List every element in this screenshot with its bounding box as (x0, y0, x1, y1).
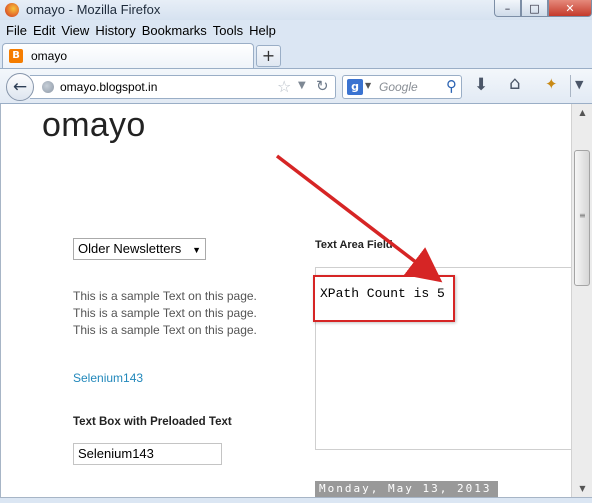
sample-text-line: This is a sample Text on this page. (73, 306, 257, 320)
selenium-link[interactable]: Selenium143 (73, 371, 143, 385)
menu-view[interactable]: View (59, 20, 93, 42)
blogger-icon: B (9, 49, 23, 63)
search-input[interactable]: Google (379, 80, 418, 94)
textbox-label: Text Box with Preloaded Text (73, 416, 232, 428)
xpath-count-text: XPath Count is 5 (320, 286, 445, 301)
search-bar[interactable]: g ▼ Google ⚲ (342, 75, 462, 99)
addon-icon[interactable]: ✦ (545, 75, 558, 93)
google-icon[interactable]: g (347, 79, 363, 95)
new-tab-button[interactable]: + (256, 45, 281, 67)
menu-history[interactable]: History (93, 20, 139, 42)
vertical-scrollbar[interactable]: ▲ ≡ ▼ (571, 104, 592, 497)
sample-text-line: This is a sample Text on this page. (73, 323, 257, 337)
chevron-down-icon[interactable]: ▼ (298, 80, 306, 91)
firefox-logo-icon (5, 3, 19, 17)
window-title: omayo - Mozilla Firefox (26, 2, 161, 17)
chevron-down-icon: ▼ (192, 245, 201, 255)
menu-edit[interactable]: Edit (31, 20, 59, 42)
status-strip (0, 497, 592, 503)
toolbar-menu-chevron-icon[interactable]: ▼ (570, 75, 583, 97)
grip-icon: ≡ (579, 211, 586, 220)
search-icon[interactable]: ⚲ (446, 77, 457, 95)
textarea-label: Text Area Field (315, 239, 393, 251)
star-icon[interactable]: ☆ (277, 77, 291, 96)
home-icon[interactable]: ⌂ (509, 73, 520, 94)
tab-strip: B omayo + (0, 42, 592, 69)
page-content: omayo Older Newsletters ▼ This is a samp… (0, 104, 571, 497)
back-arrow-icon: ← (12, 77, 28, 97)
reload-icon[interactable]: ↻ (316, 77, 329, 95)
close-button[interactable]: ✕ (548, 0, 592, 17)
download-icon[interactable]: ⬇ (474, 75, 488, 95)
xpath-count-highlight: XPath Count is 5 (313, 275, 455, 322)
menu-bar: File Edit View History Bookmarks Tools H… (0, 20, 592, 42)
menu-bookmarks[interactable]: Bookmarks (140, 20, 211, 42)
url-bar[interactable]: omayo.blogspot.in ☆ ▼ ↻ (30, 75, 336, 99)
firefox-window: omayo - Mozilla Firefox – □ ✕ File Edit … (0, 0, 592, 503)
menu-help[interactable]: Help (247, 20, 280, 42)
tab-omayo[interactable]: B omayo (2, 43, 254, 69)
menu-file[interactable]: File (4, 20, 31, 42)
minimize-button[interactable]: – (494, 0, 521, 17)
navigation-toolbar: omayo.blogspot.in ☆ ▼ ↻ ← g ▼ Google ⚲ ⬇… (0, 68, 592, 104)
window-controls: – □ ✕ (494, 0, 592, 18)
date-header: Monday, May 13, 2013 (315, 481, 498, 497)
preloaded-textbox[interactable]: Selenium143 (73, 443, 222, 465)
scroll-up-icon[interactable]: ▲ (572, 104, 592, 121)
globe-icon (42, 81, 54, 93)
url-text: omayo.blogspot.in (60, 80, 158, 94)
site-title[interactable]: omayo (42, 106, 146, 145)
scroll-down-icon[interactable]: ▼ (572, 480, 592, 497)
sample-text-line: This is a sample Text on this page. (73, 289, 257, 303)
scrollbar-thumb[interactable]: ≡ (574, 150, 590, 286)
back-button[interactable]: ← (6, 73, 34, 101)
tab-title: omayo (31, 49, 68, 63)
engine-chevron-icon[interactable]: ▼ (365, 81, 371, 90)
newsletter-select[interactable]: Older Newsletters ▼ (73, 238, 206, 260)
maximize-button[interactable]: □ (521, 0, 548, 17)
menu-tools[interactable]: Tools (211, 20, 247, 42)
newsletter-select-value: Older Newsletters (78, 241, 182, 256)
title-bar: omayo - Mozilla Firefox – □ ✕ (0, 0, 592, 20)
